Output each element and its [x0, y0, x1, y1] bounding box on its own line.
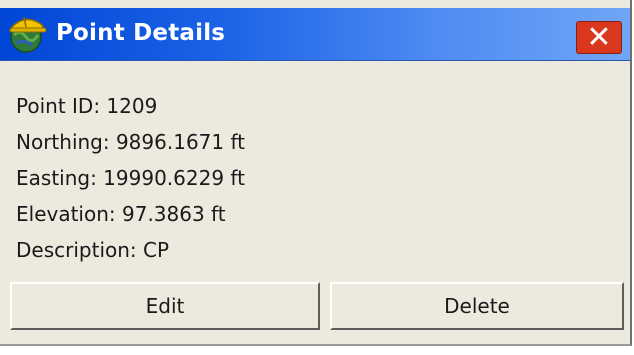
- easting-text: Easting: 19990.6229 ft: [16, 166, 245, 190]
- point-id-text: Point ID: 1209: [16, 94, 158, 118]
- elevation-text: Elevation: 97.3863 ft: [16, 202, 226, 226]
- edit-button-label: Edit: [145, 294, 185, 318]
- northing-text: Northing: 9896.1671 ft: [16, 130, 246, 154]
- delete-button[interactable]: Delete: [330, 282, 624, 330]
- point-details-dialog: Point Details ✕ Point ID: 1209 Northing:…: [0, 0, 632, 346]
- dialog-title: Point Details: [56, 20, 226, 46]
- point-info: Point ID: 1209 Northing: 9896.1671 ft Ea…: [16, 88, 245, 268]
- description-text: Description: CP: [16, 238, 170, 262]
- close-button[interactable]: ✕: [576, 21, 622, 54]
- close-icon: ✕: [586, 19, 612, 55]
- edit-button[interactable]: Edit: [10, 282, 320, 330]
- delete-button-label: Delete: [444, 294, 510, 318]
- title-bar[interactable]: Point Details ✕: [0, 8, 630, 61]
- hard-hat-globe-icon: [6, 13, 50, 55]
